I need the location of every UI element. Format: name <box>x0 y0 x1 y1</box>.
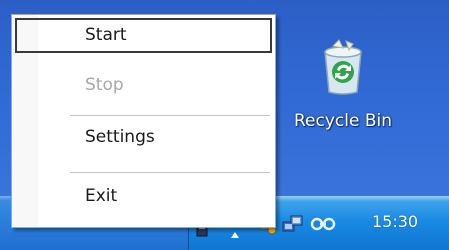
menu-separator <box>70 172 270 173</box>
menu-separator <box>70 115 270 116</box>
menu-item-stop: Stop <box>85 75 124 95</box>
tray-context-menu: Start Stop Settings Exit <box>11 14 276 228</box>
menu-item-exit[interactable]: Exit <box>15 180 272 215</box>
network-status-icon[interactable] <box>310 214 336 238</box>
recycle-bin-label: Recycle Bin <box>293 111 392 131</box>
recycle-bin-shortcut[interactable]: Recycle Bin <box>283 38 403 148</box>
recycle-bin-icon <box>324 39 362 95</box>
menu-item-start[interactable]: Start <box>15 18 272 53</box>
network-connection-icon[interactable] <box>281 213 305 239</box>
menu-item-settings[interactable]: Settings <box>15 121 272 156</box>
taskbar-clock[interactable]: 15:30 <box>372 212 418 231</box>
